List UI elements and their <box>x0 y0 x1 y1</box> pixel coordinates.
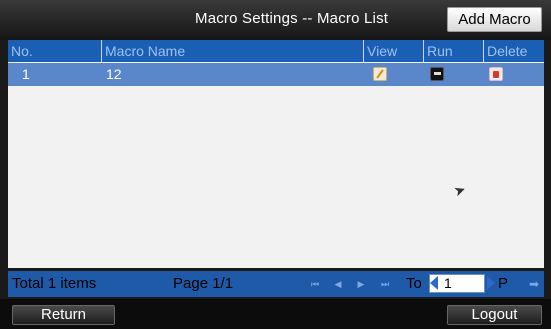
mouse-cursor-icon: ➤ <box>451 180 468 200</box>
last-page-icon[interactable]: ⏭ <box>380 278 390 290</box>
go-arrow-icon[interactable]: ➡ <box>529 278 541 290</box>
next-page-icon[interactable]: ▶ <box>356 278 366 290</box>
edit-icon[interactable] <box>373 67 387 81</box>
trash-icon[interactable] <box>489 67 503 81</box>
row-delete-cell <box>484 63 544 86</box>
decrement-page-icon[interactable] <box>430 276 438 290</box>
title-bar: Macro Settings -- Macro List Add Macro <box>0 0 551 40</box>
pagination-bar: Total 1 items Page 1/1 ⏮ ◀ ▶ ⏭ To 1 P ➡ <box>8 271 544 297</box>
row-view-cell <box>364 63 424 86</box>
macro-table: No. Macro Name View Run Delete 1 12 ➤ <box>8 40 544 268</box>
bottom-bar: Return Logout <box>0 299 551 329</box>
page-unit-label: P <box>498 275 509 292</box>
go-to-label: To <box>406 275 422 292</box>
total-items: Total 1 items <box>12 275 97 292</box>
row-run-cell <box>424 63 484 86</box>
column-header-macro-name: Macro Name <box>102 40 364 62</box>
run-icon[interactable] <box>430 67 444 81</box>
column-header-no: No. <box>8 40 102 62</box>
page-indicator: Page 1/1 <box>173 275 234 292</box>
column-header-delete: Delete <box>487 43 528 59</box>
logout-button[interactable]: Logout <box>447 305 542 325</box>
row-macro-name: 12 <box>106 66 122 82</box>
increment-page-icon[interactable] <box>487 276 495 290</box>
add-macro-button[interactable]: Add Macro <box>447 7 542 32</box>
first-page-icon[interactable]: ⏮ <box>310 278 320 290</box>
row-no: 1 <box>22 66 30 82</box>
macro-settings-screen: Macro Settings -- Macro List Add Macro N… <box>0 0 551 329</box>
page-title: Macro Settings -- Macro List <box>195 10 389 27</box>
column-header-view: View <box>364 40 424 62</box>
table-header: No. Macro Name View Run Delete <box>8 40 544 62</box>
column-header-run: Run <box>424 40 484 62</box>
previous-page-icon[interactable]: ◀ <box>333 278 343 290</box>
table-row[interactable]: 1 12 <box>8 63 544 86</box>
return-button[interactable]: Return <box>12 305 115 325</box>
